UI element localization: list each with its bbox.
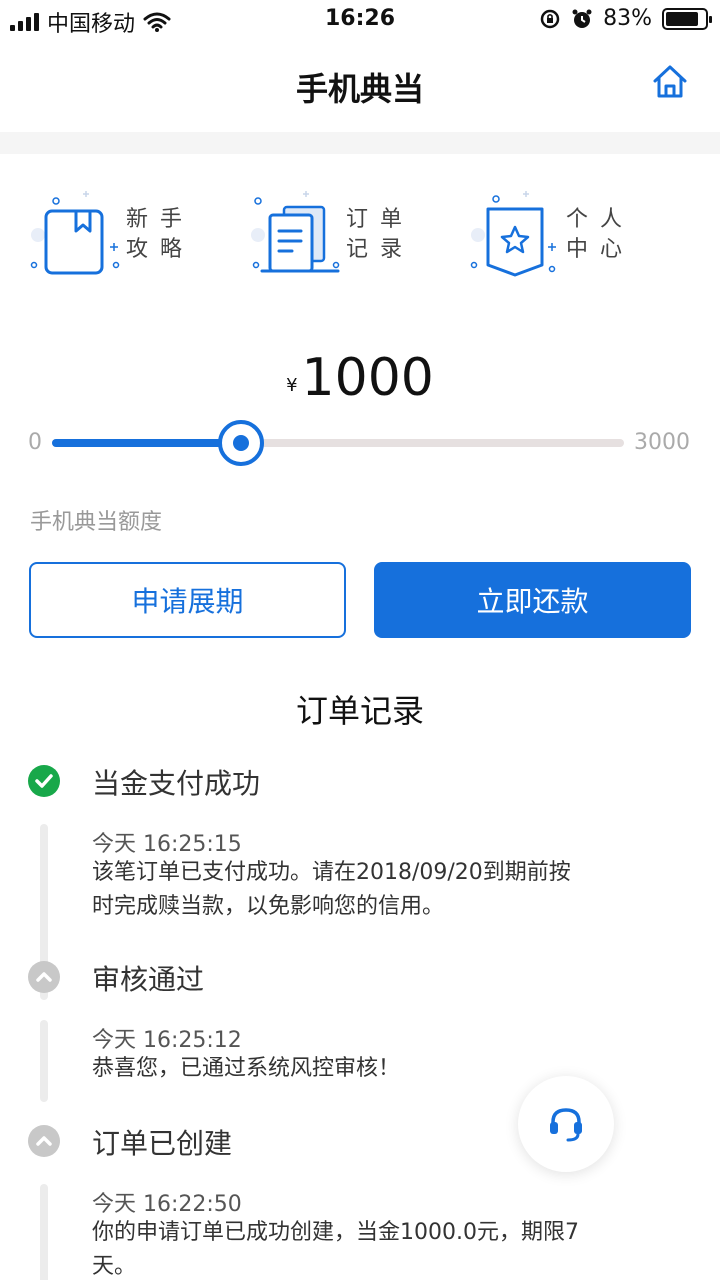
- timeline-title: 订单已创建: [92, 1127, 233, 1160]
- battery-fill: [666, 11, 698, 26]
- order-records-title: 订单记录: [295, 692, 424, 730]
- timeline-connector: [40, 1184, 48, 1280]
- home-icon: [653, 65, 687, 98]
- alarm-icon: [572, 9, 592, 28]
- menu-item-profile[interactable]: 个人 中心: [466, 185, 646, 285]
- timeline-title: 当金支付成功: [92, 767, 261, 800]
- status-bar: 中国移动 16:26 83%: [0, 0, 720, 40]
- book-icon: [26, 185, 126, 285]
- menu-item-guide[interactable]: 新手 攻略: [26, 185, 206, 285]
- home-button[interactable]: [650, 62, 690, 102]
- timeline-title: 审核通过: [92, 963, 205, 996]
- slider-max-label: 3000: [634, 430, 690, 455]
- timeline-desc: 恭喜您，已通过系统风控审核！: [92, 1056, 401, 1081]
- page-title: 手机典当: [295, 70, 424, 108]
- amount-display: ¥1000: [0, 348, 720, 408]
- chevron-up-icon: [28, 1125, 60, 1157]
- menu-item-orders[interactable]: 订单 记录: [246, 185, 426, 285]
- battery-icon: [662, 7, 712, 30]
- battery-percent: 83%: [603, 6, 652, 31]
- rotation-lock-icon: [540, 9, 560, 28]
- currency-symbol: ¥: [286, 375, 298, 396]
- timeline-time: 今天 16:25:15: [92, 832, 242, 857]
- star-badge-icon: [466, 185, 566, 285]
- timeline-desc: 该笔订单已支付成功。请在2018/09/20到期前按时完成赎当款，以免影响您的信…: [92, 860, 571, 919]
- timeline-desc: 你的申请订单已成功创建，当金1000.0元，期限7天。: [92, 1220, 579, 1279]
- menu-row: 新手 攻略 订单 记录 个人 中心: [0, 185, 720, 285]
- menu-label-profile: 个人 中心: [566, 207, 635, 262]
- document-icon: [246, 185, 346, 285]
- menu-label-orders: 订单 记录: [346, 207, 415, 262]
- nav-divider: [0, 132, 720, 154]
- slider-thumb[interactable]: [217, 420, 264, 466]
- limit-label: 手机典当额度: [30, 510, 163, 535]
- check-circle-icon: [28, 765, 60, 797]
- timeline-time: 今天 16:22:50: [92, 1192, 242, 1217]
- timeline-connector: [40, 1020, 48, 1102]
- headset-icon: [550, 1108, 582, 1142]
- amount-value: 1000: [301, 348, 434, 408]
- customer-service-button[interactable]: [518, 1076, 614, 1172]
- chevron-up-icon: [28, 961, 60, 993]
- slider-min-label: 0: [28, 430, 42, 455]
- status-right: 83%: [539, 6, 712, 31]
- timeline-time: 今天 16:25:12: [92, 1028, 242, 1053]
- slider-fill: [52, 439, 243, 447]
- apply-extension-button[interactable]: 申请展期: [29, 562, 346, 638]
- menu-label-guide: 新手 攻略: [126, 207, 195, 262]
- repay-now-button[interactable]: 立即还款: [374, 562, 691, 638]
- amount-slider[interactable]: 0 3000: [0, 420, 720, 466]
- nav-bar: 手机典当: [0, 40, 720, 132]
